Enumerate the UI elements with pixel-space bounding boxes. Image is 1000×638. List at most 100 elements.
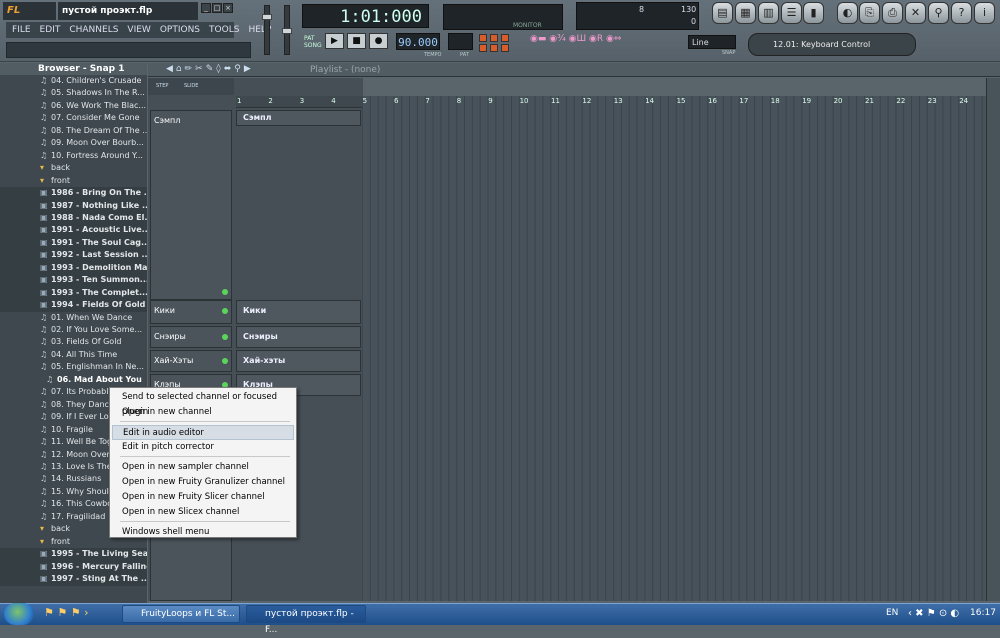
song-time-display[interactable]: 1:01:000	[302, 4, 429, 28]
browser-window-icon[interactable]: ☰	[781, 2, 802, 24]
playlist-grid[interactable]	[362, 96, 986, 601]
maximize-icon[interactable]: □	[212, 3, 222, 13]
playlist-track-header[interactable]: Снэиры	[236, 326, 361, 348]
channel-button[interactable]: Снэиры	[150, 326, 232, 348]
browser-item[interactable]: ♫ 01. When We Dance	[0, 311, 147, 325]
tray-icons[interactable]: ‹ ✖ ⚑ ⊙ ◐	[908, 603, 959, 624]
playlist-track-header[interactable]: Сэмпл	[236, 110, 361, 126]
task-flstudio[interactable]: пустой проэкт.flp - F...	[246, 605, 366, 635]
menu-view[interactable]: VIEW	[127, 25, 150, 35]
browser-item[interactable]: ♫ 03. Fields Of Gold	[0, 336, 147, 349]
browser-item[interactable]: ▣ 1993 - Demolition Man	[0, 261, 147, 275]
master-volume-slider[interactable]	[264, 5, 270, 55]
channel-led-icon[interactable]	[222, 308, 228, 314]
channel-button[interactable]: Сэмпл	[150, 110, 232, 300]
tools-icon[interactable]: ✕	[905, 2, 926, 24]
menu-options[interactable]: OPTIONS	[160, 25, 200, 35]
tempo-display[interactable]: 90.000	[396, 33, 440, 50]
browser-item[interactable]: ▣ 1997 - Sting At The ...	[0, 573, 147, 586]
browser-item[interactable]: ♫ 08. The Dream Of The ...	[0, 124, 147, 138]
context-menu-item[interactable]: Open in new Fruity Granulizer channel	[112, 475, 294, 490]
browser-item[interactable]: ▣ 1993 - Ten Summon...	[0, 274, 147, 287]
menu-edit[interactable]: EDIT	[40, 25, 61, 35]
option-toggle-2[interactable]	[490, 34, 498, 42]
vertical-scrollbar[interactable]	[986, 78, 1000, 601]
menu-tools[interactable]: TOOLS	[209, 25, 239, 35]
step-sequencer-icon[interactable]: ▦	[735, 2, 756, 24]
playlist-track-header[interactable]: Кики	[236, 300, 361, 324]
browser-item[interactable]: ▾ back	[0, 162, 147, 175]
option-toggle-4[interactable]	[479, 44, 487, 52]
channel-button[interactable]: Хай-Хэты	[150, 350, 232, 372]
option-toggle-1[interactable]	[479, 34, 487, 42]
piano-roll-icon[interactable]: ▥	[758, 2, 779, 24]
browser-item[interactable]: ▣ 1988 - Nada Como El...	[0, 211, 147, 225]
record-button[interactable]: ●	[369, 33, 388, 49]
start-button[interactable]	[4, 603, 34, 625]
context-menu-item[interactable]: Open in new Slicex channel	[112, 505, 294, 520]
channel-led-icon[interactable]	[222, 289, 228, 295]
browser-item[interactable]: ♫ 04. All This Time	[0, 348, 147, 362]
search-icon[interactable]: ⚲	[928, 2, 949, 24]
menu-file[interactable]: FILE	[12, 25, 31, 35]
menu-channels[interactable]: CHANNELS	[69, 25, 118, 35]
option-toggle-3[interactable]	[501, 34, 509, 42]
cpu-icon[interactable]: ◐	[837, 2, 858, 24]
snap-dropdown[interactable]: Line	[688, 35, 736, 49]
channel-led-icon[interactable]	[222, 334, 228, 340]
context-menu-item[interactable]: Edit in pitch corrector	[112, 440, 294, 455]
task-fruityloops[interactable]: FruityLoops и FL St...	[122, 605, 240, 623]
browser-item[interactable]: ▣ 1986 - Bring On The ...	[0, 187, 147, 200]
pattern-selector[interactable]	[448, 33, 473, 50]
minimize-icon[interactable]: _	[201, 3, 211, 13]
recording-options[interactable]: ◉▬ ◉¾ ◉Ш ◉R ◉⇔	[530, 34, 680, 56]
browser-item[interactable]: ♫ 06. Mad About You	[0, 373, 147, 387]
browser-item[interactable]: ♫ 07. Consider Me Gone	[0, 112, 147, 125]
context-menu-item[interactable]: Windows shell menu	[112, 525, 294, 540]
browser-item[interactable]: ♫ 06. We Work The Blac...	[0, 99, 147, 113]
pat-song-toggle[interactable]: PAT SONG	[304, 35, 322, 49]
quicklaunch-icons[interactable]: ⚑ ⚑ ⚑ ›	[44, 606, 88, 619]
playlist-title[interactable]: Playlist - (none)	[310, 63, 430, 77]
browser-item[interactable]: ▣ 1995 - The Living Sea	[0, 548, 147, 561]
plugin-hint-bar[interactable]: 12.01: Keyboard Control	[748, 33, 916, 56]
mixer-icon[interactable]: ▮	[803, 2, 824, 24]
browser-item[interactable]: ▣ 1992 - Last Session ...	[0, 249, 147, 262]
browser-item[interactable]: ▾ front	[0, 174, 147, 188]
browser-item[interactable]: ▣ 1994 - Fields Of Gold	[0, 299, 147, 312]
playlist-track-header[interactable]: Хай-хэты	[236, 350, 361, 372]
slide-label[interactable]: SLIDE	[184, 83, 198, 89]
browser-item[interactable]: ▣ 1991 - Acoustic Live...	[0, 224, 147, 237]
browser-item[interactable]: ▣ 1996 - Mercury Falling	[0, 560, 147, 574]
browser-item[interactable]: ▣ 1987 - Nothing Like ...	[0, 199, 147, 212]
channel-button[interactable]: Кики	[150, 300, 232, 324]
step-label[interactable]: STEP	[156, 83, 168, 89]
browser-item[interactable]: ♫ 04. Children's Crusade	[0, 75, 147, 88]
browser-item[interactable]: ▣ 1993 - The Complet...	[0, 286, 147, 300]
channel-led-icon[interactable]	[222, 358, 228, 364]
help-icon[interactable]: ?	[951, 2, 972, 24]
option-toggle-6[interactable]	[501, 44, 509, 52]
context-menu-item[interactable]: Open in new channel	[112, 405, 294, 420]
browser-item[interactable]: ▣ 1991 - The Soul Cag...	[0, 236, 147, 250]
save-icon[interactable]: ⎘	[859, 2, 880, 24]
browser-item[interactable]: ♫ 09. Moon Over Bourb...	[0, 137, 147, 150]
clock[interactable]: 16:17	[970, 603, 996, 624]
master-pitch-handle[interactable]	[282, 28, 292, 34]
language-indicator[interactable]: EN	[886, 603, 898, 624]
context-menu-item[interactable]: Open in new Fruity Slicer channel	[112, 490, 294, 505]
browser-item[interactable]: ♫ 05. Englishman In Ne...	[0, 361, 147, 374]
info-icon[interactable]: i	[974, 2, 995, 24]
option-toggle-5[interactable]	[490, 44, 498, 52]
browser-item[interactable]: ♫ 10. Fortress Around Y...	[0, 149, 147, 163]
master-volume-handle[interactable]	[262, 14, 272, 20]
play-button[interactable]: ▶	[325, 33, 344, 49]
context-menu-item[interactable]: Open in new sampler channel	[112, 460, 294, 475]
stop-button[interactable]: ■	[347, 33, 366, 49]
render-icon[interactable]: ⎙	[882, 2, 903, 24]
playlist-tools[interactable]: ◀⌂✏✂✎◊⬌⚲▶	[166, 64, 306, 76]
browser-item[interactable]: ♫ 02. If You Love Some...	[0, 324, 147, 337]
context-menu-item[interactable]: Edit in audio editor	[112, 425, 294, 440]
context-menu-item[interactable]: Send to selected channel or focused plug…	[112, 390, 294, 417]
playlist-window-icon[interactable]: ▤	[712, 2, 733, 24]
